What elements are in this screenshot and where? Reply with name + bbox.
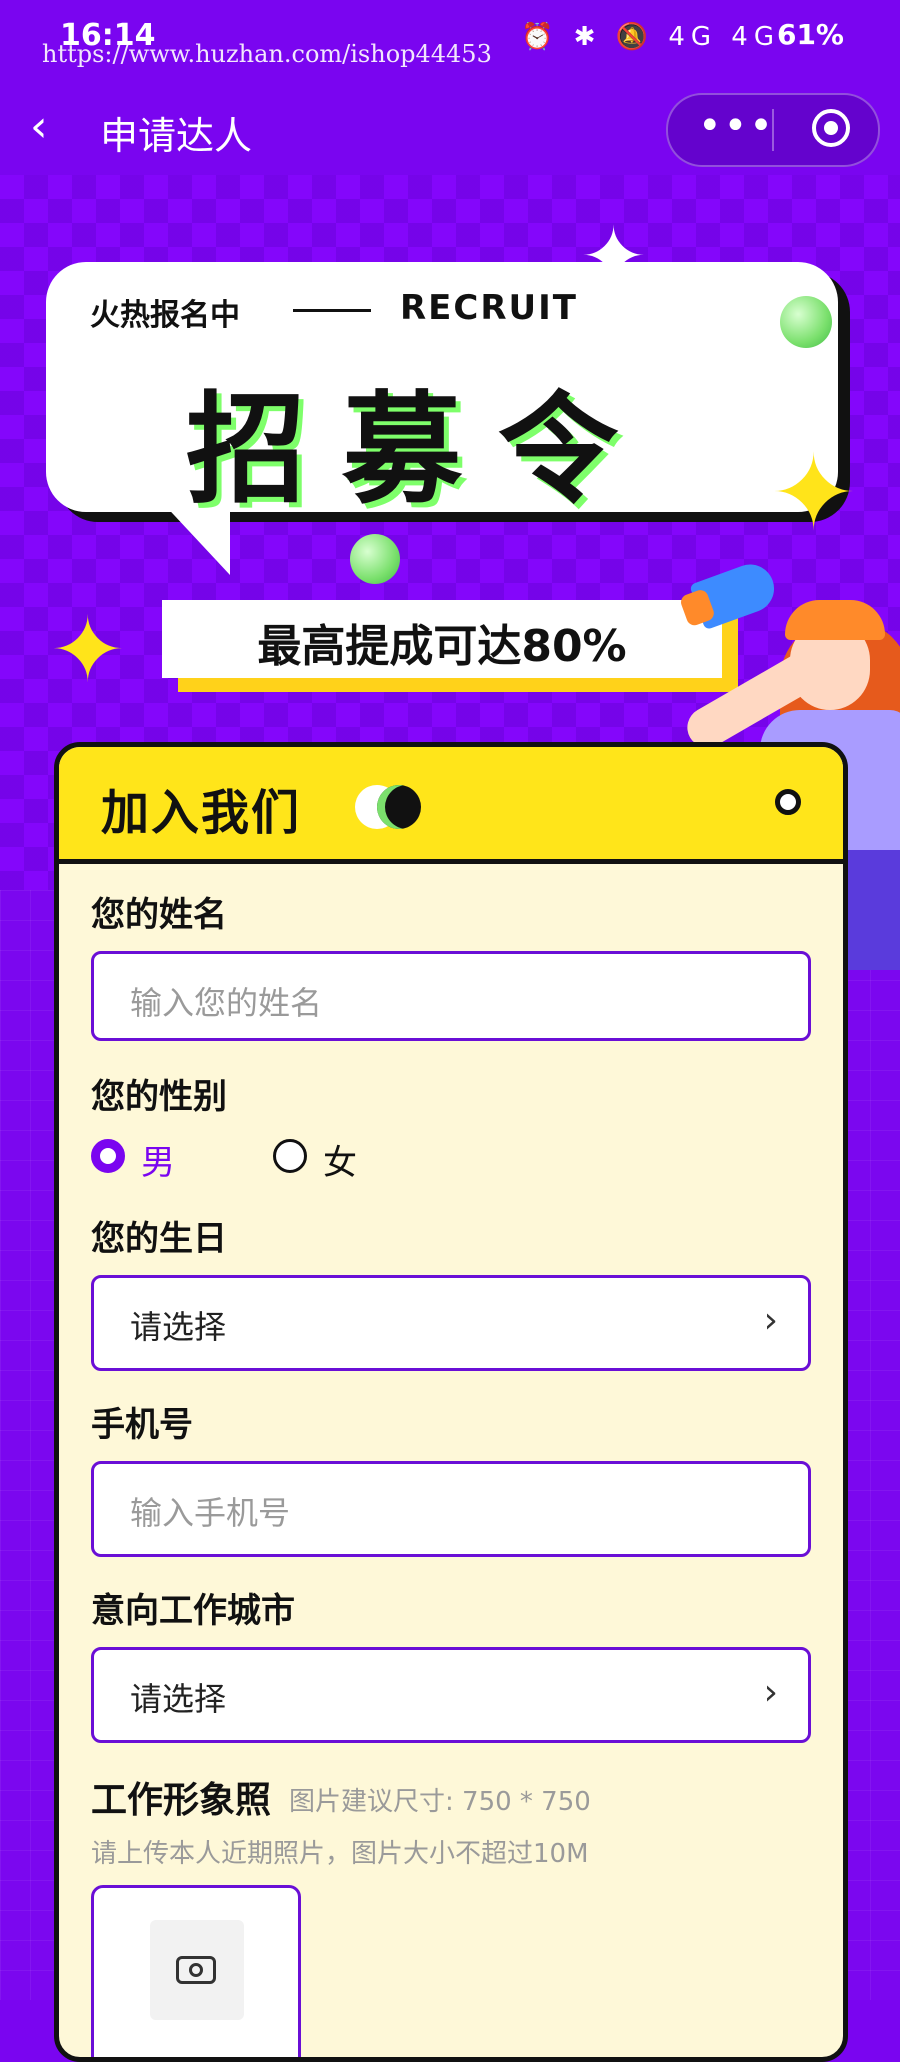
photo-size-hint: 图片建议尺寸: 750 * 750 bbox=[289, 1787, 591, 1817]
card-header: 加入我们 bbox=[59, 747, 843, 864]
gender-label: 您的性别 bbox=[91, 1077, 227, 1117]
gender-option-label: 女 bbox=[323, 1143, 357, 1183]
join-form-card: 加入我们 您的姓名 输入您的姓名 您的性别 男 女 您的生日 请选择 › 手机号… bbox=[54, 742, 848, 2062]
birthday-label: 您的生日 bbox=[91, 1219, 227, 1259]
city-picker[interactable]: 请选择 › bbox=[91, 1647, 811, 1743]
name-placeholder: 输入您的姓名 bbox=[130, 984, 323, 1022]
ring-decoration-icon bbox=[775, 789, 801, 815]
photo-description: 请上传本人近期照片，图片大小不超过10M bbox=[91, 1839, 589, 1869]
upload-placeholder bbox=[150, 1920, 244, 2020]
nav-bar: ‹ 申请达人 ••• bbox=[0, 85, 900, 175]
city-label: 意向工作城市 bbox=[91, 1591, 295, 1631]
white-sparkle-icon: ✦ bbox=[580, 210, 648, 303]
chevron-right-icon: › bbox=[763, 1672, 778, 1713]
miniapp-capsule: ••• bbox=[666, 93, 880, 167]
battery-level: 61% bbox=[776, 18, 844, 51]
recruit-title: 招募令 bbox=[186, 381, 654, 520]
toggle-decoration-icon bbox=[355, 785, 423, 829]
green-ball-icon bbox=[780, 296, 832, 348]
page-title: 申请达人 bbox=[100, 114, 253, 158]
radio-selected-icon bbox=[91, 1139, 125, 1173]
megaphone-icon bbox=[689, 557, 781, 631]
name-label: 您的姓名 bbox=[91, 895, 227, 935]
status-bar: 16:14 https://www.huzhan.com/ishop44453 … bbox=[0, 0, 900, 80]
phone-input[interactable]: 输入手机号 bbox=[91, 1461, 811, 1557]
phone-placeholder: 输入手机号 bbox=[130, 1494, 291, 1532]
back-icon[interactable]: ‹ bbox=[30, 101, 48, 152]
card-title: 加入我们 bbox=[101, 785, 302, 841]
illustration-cap bbox=[785, 600, 885, 640]
camera-icon bbox=[176, 1956, 216, 1984]
name-input[interactable]: 输入您的姓名 bbox=[91, 951, 811, 1041]
yellow-sparkle-icon: ✦ bbox=[50, 598, 126, 703]
tag-dash bbox=[293, 309, 371, 312]
birthday-value: 请选择 bbox=[130, 1308, 227, 1346]
photo-upload-button[interactable] bbox=[91, 1885, 301, 2057]
commission-text: 最高提成可达80% bbox=[257, 621, 627, 672]
chevron-right-icon: › bbox=[763, 1300, 778, 1341]
radio-unselected-icon bbox=[273, 1139, 307, 1173]
birthday-picker[interactable]: 请选择 › bbox=[91, 1275, 811, 1371]
green-ball-icon bbox=[350, 534, 400, 584]
gender-option-label: 男 bbox=[141, 1143, 175, 1183]
recruit-tag: 火热报名中 bbox=[90, 298, 240, 333]
yellow-sparkle-icon: ✦ bbox=[770, 432, 858, 554]
system-status-icons: ⏰ ✱ 🔕 4G 4G bbox=[521, 22, 780, 52]
capsule-divider bbox=[772, 109, 774, 151]
watermark-url: https://www.huzhan.com/ishop44453 bbox=[42, 40, 492, 68]
phone-label: 手机号 bbox=[91, 1405, 193, 1445]
close-miniapp-icon[interactable] bbox=[812, 109, 850, 147]
city-value: 请选择 bbox=[130, 1680, 227, 1718]
photo-label: 工作形象照 bbox=[91, 1780, 272, 1821]
more-icon[interactable]: ••• bbox=[698, 103, 775, 149]
recruit-english: RECRUIT bbox=[400, 288, 578, 328]
